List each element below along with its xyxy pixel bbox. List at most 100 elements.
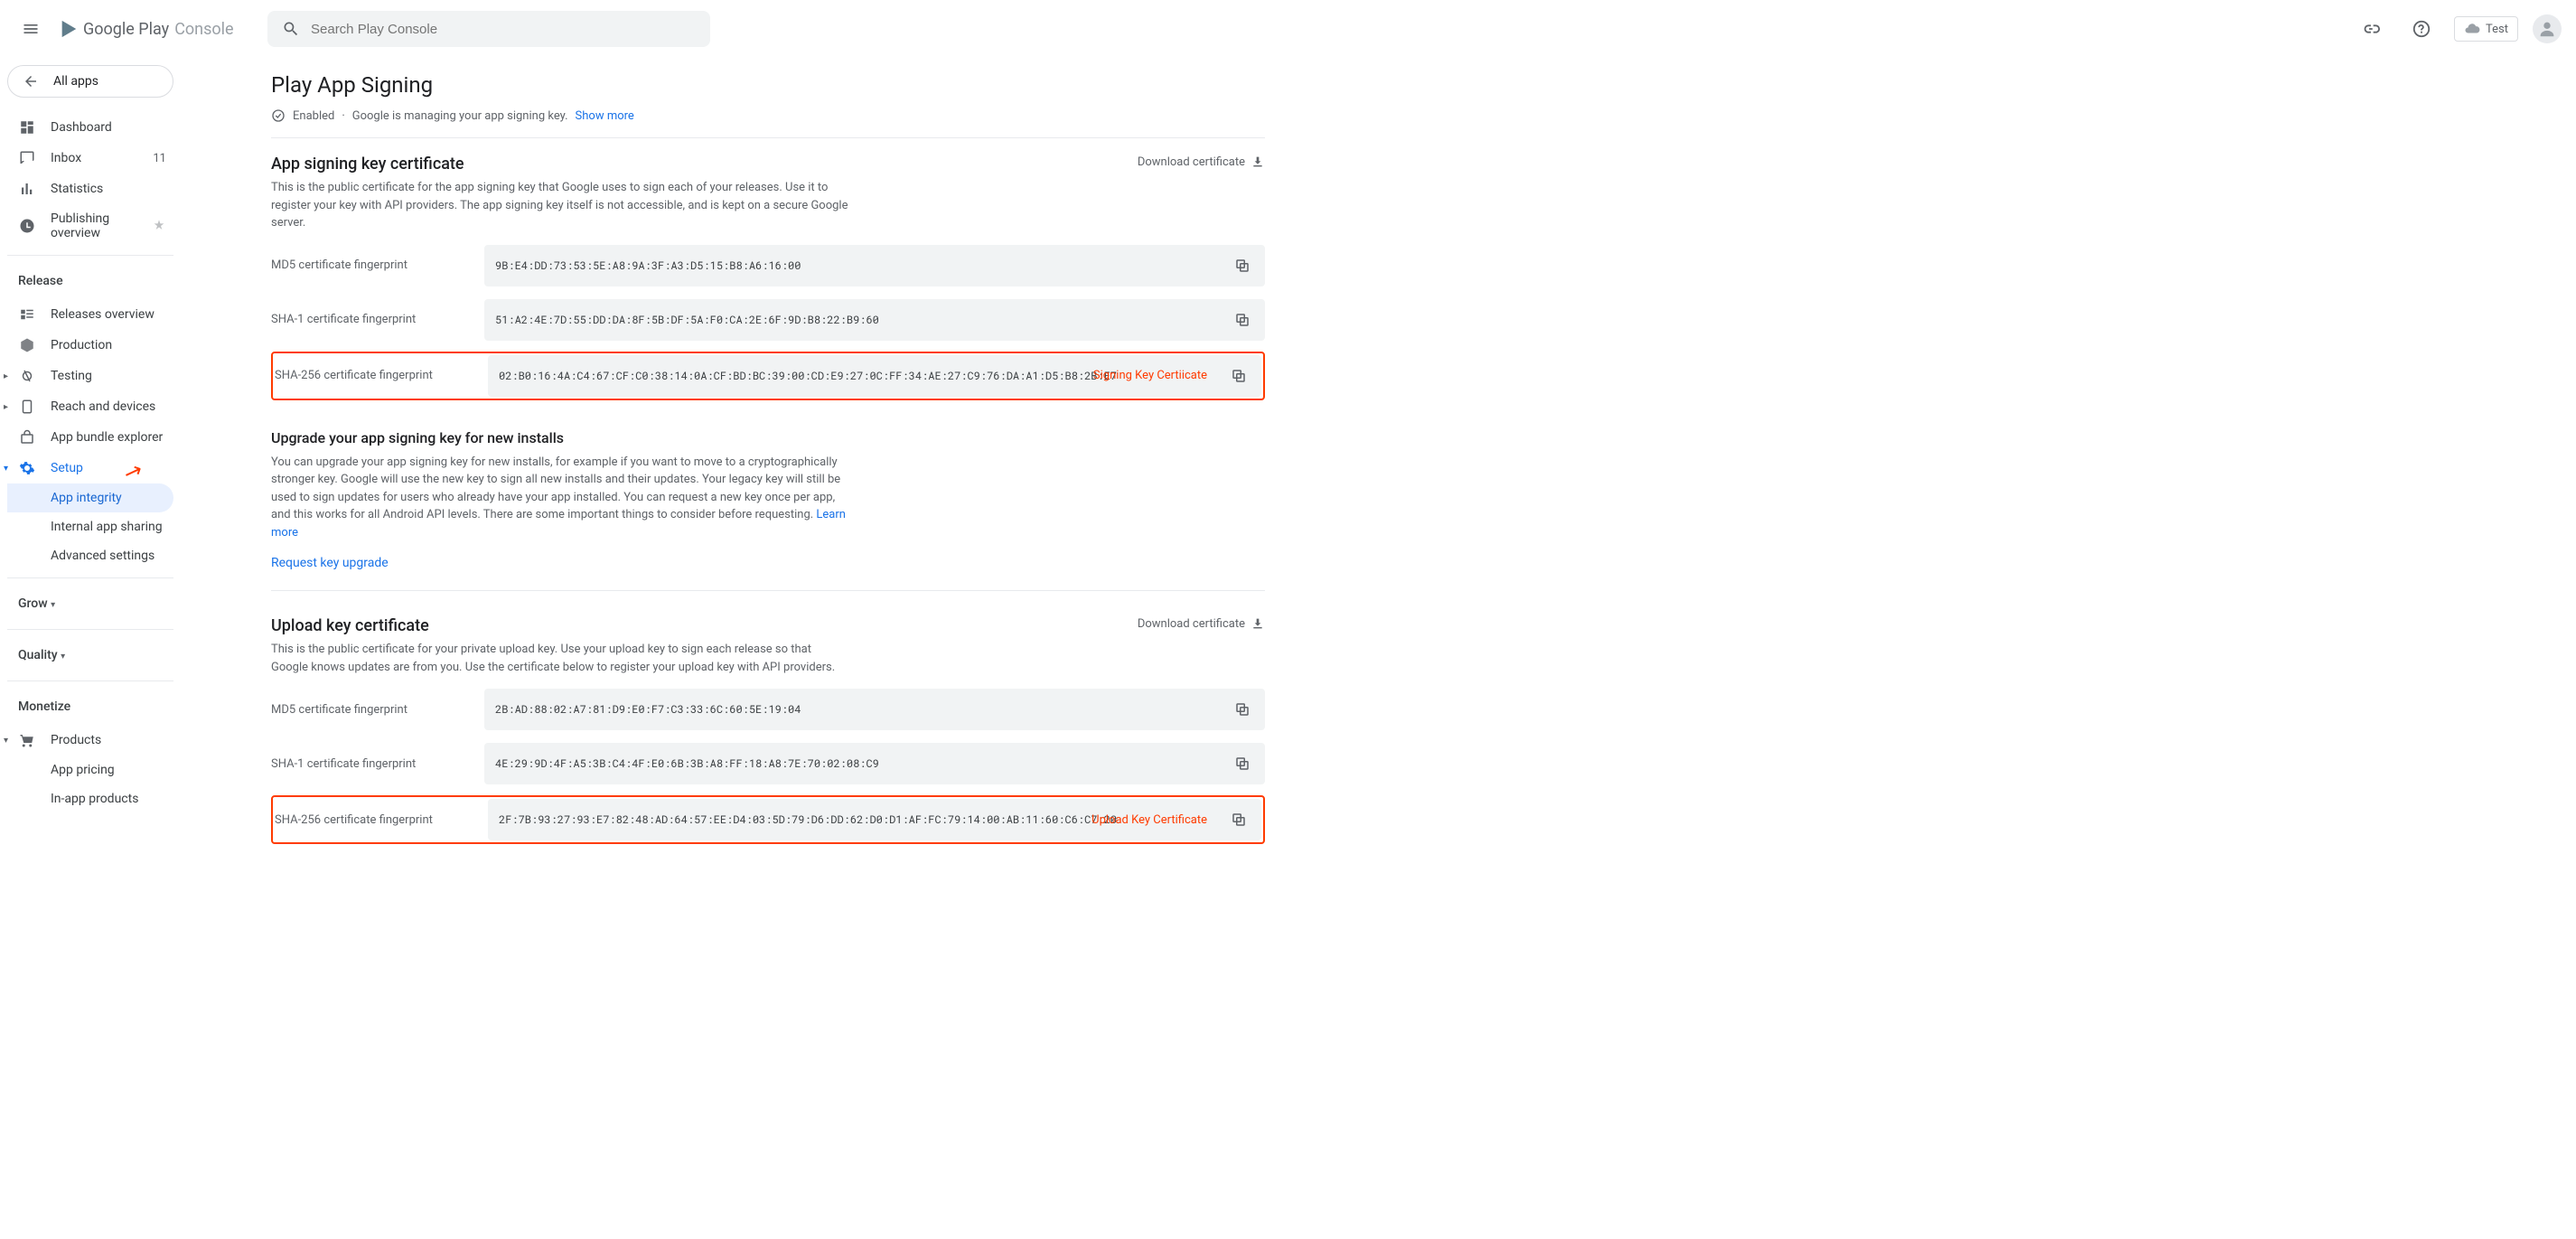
sidebar-item-internal-app-sharing[interactable]: Internal app sharing xyxy=(7,512,173,541)
testing-icon xyxy=(18,368,36,384)
upload-sha256-row: SHA-256 certificate fingerprint 2F:7B:93… xyxy=(275,799,1261,840)
statistics-icon xyxy=(18,181,36,197)
inbox-icon xyxy=(18,150,36,166)
upgrade-desc: You can upgrade your app signing key for… xyxy=(271,454,849,542)
sha1-value: 51:A2:4E:7D:55:DD:DA:8F:5B:DF:5A:F0:CA:2… xyxy=(495,313,1231,327)
page-title: Play App Signing xyxy=(271,72,1265,98)
sidebar-item-statistics[interactable]: Statistics xyxy=(7,174,173,204)
menu-icon[interactable] xyxy=(14,13,47,45)
project-label: Test xyxy=(2486,23,2508,36)
upload-section-desc: This is the public certificate for your … xyxy=(271,641,849,676)
upgrade-title: Upgrade your app signing key for new ins… xyxy=(271,429,1265,446)
upload-sha1-row: SHA-1 certificate fingerprint 4E:29:9D:4… xyxy=(271,743,1265,784)
devices-icon xyxy=(18,399,36,415)
copy-icon[interactable] xyxy=(1227,808,1251,831)
chevron-down-icon: ▾ xyxy=(4,736,8,746)
copy-icon[interactable] xyxy=(1231,254,1254,277)
chevron-right-icon: ▸ xyxy=(4,402,8,412)
download-icon xyxy=(1251,155,1265,169)
back-arrow-icon xyxy=(23,73,39,89)
signing-annotation: Signing Key Certiicate xyxy=(1093,369,1207,382)
sidebar-section-monetize: Monetize xyxy=(7,689,173,725)
link-icon[interactable] xyxy=(2353,11,2389,47)
sha1-value: 4E:29:9D:4F:A5:3B:C4:4F:E0:6B:3B:A8:FF:1… xyxy=(495,756,1231,771)
sidebar-item-testing[interactable]: ▸ Testing xyxy=(7,361,173,391)
sidebar-item-products[interactable]: ▾ Products xyxy=(7,725,173,756)
sha1-label: SHA-1 certificate fingerprint xyxy=(271,313,484,326)
upload-md5-row: MD5 certificate fingerprint 2B:AD:88:02:… xyxy=(271,689,1265,730)
sha256-label: SHA-256 certificate fingerprint xyxy=(275,813,488,827)
logo[interactable]: Google Play Console xyxy=(58,18,234,40)
sidebar-item-publishing-overview[interactable]: Publishing overview xyxy=(7,204,173,248)
all-apps-label: All apps xyxy=(53,74,98,89)
download-icon xyxy=(1251,616,1265,631)
help-icon[interactable] xyxy=(2403,11,2440,47)
gear-icon xyxy=(18,460,36,476)
status-row: Enabled · Google is managing your app si… xyxy=(271,108,1265,138)
search-box[interactable] xyxy=(267,11,710,47)
request-key-upgrade-link[interactable]: Request key upgrade xyxy=(271,556,389,570)
signing-md5-row: MD5 certificate fingerprint 9B:E4:DD:73:… xyxy=(271,245,1265,286)
signing-sha256-row: SHA-256 certificate fingerprint 02:B0:16… xyxy=(275,355,1261,397)
search-icon xyxy=(282,20,300,38)
dashboard-icon xyxy=(18,119,36,136)
copy-icon[interactable] xyxy=(1231,308,1254,332)
production-icon xyxy=(18,337,36,353)
sidebar-item-setup[interactable]: ▾ Setup xyxy=(7,453,173,483)
sidebar: All apps Dashboard Inbox 11 Statistics P… xyxy=(0,58,181,880)
chevron-right-icon: ▸ xyxy=(4,371,8,381)
sha1-label: SHA-1 certificate fingerprint xyxy=(271,757,484,771)
sidebar-item-app-integrity[interactable]: App integrity xyxy=(7,483,173,512)
avatar[interactable] xyxy=(2533,14,2562,43)
cart-icon xyxy=(18,732,36,748)
publishing-status-icon xyxy=(152,219,166,233)
download-upload-certificate[interactable]: Download certificate xyxy=(1138,616,1265,631)
sidebar-item-inbox[interactable]: Inbox 11 xyxy=(7,143,173,174)
upload-section-title: Upload key certificate xyxy=(271,616,849,635)
releases-icon xyxy=(18,306,36,323)
copy-icon[interactable] xyxy=(1227,364,1251,388)
sidebar-item-in-app-products[interactable]: In-app products xyxy=(7,784,173,813)
play-logo-icon xyxy=(58,18,80,40)
signing-sha256-highlight: SHA-256 certificate fingerprint 02:B0:16… xyxy=(271,352,1265,400)
sidebar-item-production[interactable]: Production xyxy=(7,330,173,361)
download-signing-certificate[interactable]: Download certificate xyxy=(1138,155,1265,169)
sidebar-item-releases-overview[interactable]: Releases overview xyxy=(7,299,173,330)
signing-section-title: App signing key certificate xyxy=(271,155,849,174)
logo-text-2: Console xyxy=(174,20,233,39)
signing-section-desc: This is the public certificate for the a… xyxy=(271,179,849,232)
inbox-count: 11 xyxy=(153,152,166,165)
sidebar-item-advanced-settings[interactable]: Advanced settings xyxy=(7,541,173,570)
sidebar-item-dashboard[interactable]: Dashboard xyxy=(7,112,173,143)
sha256-label: SHA-256 certificate fingerprint xyxy=(275,369,488,382)
status-enabled: Enabled xyxy=(293,109,334,123)
copy-icon[interactable] xyxy=(1231,752,1254,775)
main-content: Play App Signing Enabled · Google is man… xyxy=(181,58,1337,880)
md5-value: 9B:E4:DD:73:53:5E:A8:9A:3F:A3:D5:15:B8:A… xyxy=(495,258,1231,273)
sidebar-item-reach-devices[interactable]: ▸ Reach and devices xyxy=(7,391,173,422)
check-circle-icon xyxy=(271,108,286,123)
signing-sha1-row: SHA-1 certificate fingerprint 51:A2:4E:7… xyxy=(271,299,1265,341)
sidebar-section-quality[interactable]: Quality ▾ xyxy=(7,637,173,673)
md5-label: MD5 certificate fingerprint xyxy=(271,703,484,717)
status-text: Google is managing your app signing key. xyxy=(352,109,568,123)
search-input[interactable] xyxy=(311,22,696,37)
sidebar-section-grow[interactable]: Grow ▾ xyxy=(7,586,173,622)
chevron-down-icon: ▾ xyxy=(4,464,8,474)
upload-annotation: Upload Key Certificate xyxy=(1091,813,1207,827)
logo-text-1: Google Play xyxy=(83,20,169,39)
header: Google Play Console Test xyxy=(0,0,2576,58)
all-apps-button[interactable]: All apps xyxy=(7,65,173,98)
sidebar-section-release: Release xyxy=(7,263,173,299)
md5-label: MD5 certificate fingerprint xyxy=(271,258,484,272)
md5-value: 2B:AD:88:02:A7:81:D9:E0:F7:C3:33:6C:60:5… xyxy=(495,702,1231,717)
show-more-link[interactable]: Show more xyxy=(576,109,634,123)
publishing-icon xyxy=(18,218,36,234)
copy-icon[interactable] xyxy=(1231,698,1254,721)
sidebar-item-app-pricing[interactable]: App pricing xyxy=(7,756,173,784)
cloud-icon xyxy=(2464,21,2480,37)
bundle-icon xyxy=(18,429,36,446)
upload-sha256-highlight: SHA-256 certificate fingerprint 2F:7B:93… xyxy=(271,795,1265,844)
project-badge[interactable]: Test xyxy=(2454,16,2518,42)
sidebar-item-app-bundle-explorer[interactable]: App bundle explorer xyxy=(7,422,173,453)
